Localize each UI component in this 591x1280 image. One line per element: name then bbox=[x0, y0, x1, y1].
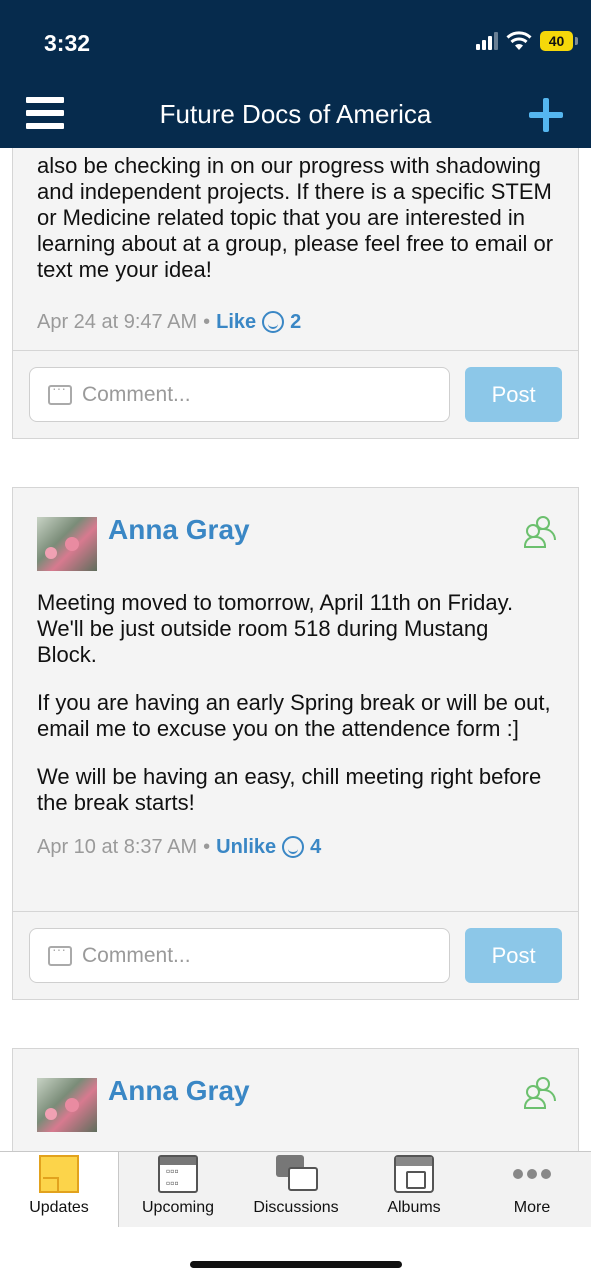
status-time: 3:32 bbox=[44, 30, 91, 56]
unlike-button[interactable]: Unlike bbox=[216, 836, 276, 859]
tab-label: Discussions bbox=[253, 1199, 339, 1216]
comment-input[interactable]: Comment... bbox=[29, 928, 451, 983]
post-card: Anna Gray bbox=[12, 1048, 579, 1151]
more-icon bbox=[512, 1155, 552, 1193]
comment-row: Comment... Post bbox=[13, 911, 578, 999]
page-title: Future Docs of America bbox=[159, 99, 432, 129]
post-timestamp: Apr 10 at 8:37 AM bbox=[37, 835, 198, 858]
avatar[interactable] bbox=[37, 517, 97, 571]
avatar[interactable] bbox=[37, 1078, 97, 1132]
nav-bar: Future Docs of America bbox=[0, 86, 591, 148]
comment-placeholder: Comment... bbox=[82, 382, 191, 406]
cellular-signal-icon bbox=[476, 32, 498, 50]
post-paragraph: Meeting moved to tomorrow, April 11th on… bbox=[37, 590, 514, 667]
tab-label: More bbox=[513, 1199, 551, 1216]
smiley-icon bbox=[282, 836, 305, 858]
tab-albums[interactable]: Albums bbox=[355, 1152, 473, 1227]
post-card: Anna Gray Meeting moved to tomorrow, Apr… bbox=[12, 487, 579, 1000]
tab-bar: Updates Upcoming Discussions Albums More bbox=[0, 1151, 591, 1227]
comment-icon bbox=[48, 941, 72, 966]
like-count[interactable]: 2 bbox=[290, 311, 301, 334]
post-button[interactable]: Post bbox=[465, 367, 562, 422]
tab-label: Upcoming bbox=[141, 1199, 215, 1216]
comment-row: Comment... Post bbox=[13, 350, 578, 438]
battery-icon: 40 bbox=[540, 31, 578, 51]
post-paragraph: We will be having an easy, chill meeting… bbox=[37, 764, 542, 815]
post-card: also be checking in on our progress with… bbox=[12, 148, 579, 439]
home-area bbox=[0, 1227, 591, 1280]
comment-placeholder: Comment... bbox=[82, 943, 191, 967]
wifi-icon bbox=[506, 31, 532, 50]
author-name[interactable]: Anna Gray bbox=[108, 1075, 250, 1107]
group-icon bbox=[524, 1077, 558, 1109]
tab-label: Albums bbox=[387, 1199, 441, 1216]
group-icon bbox=[524, 516, 558, 548]
post-paragraph: If you are having an early Spring break … bbox=[37, 690, 551, 741]
like-button[interactable]: Like bbox=[216, 311, 256, 334]
tab-discussions[interactable]: Discussions bbox=[237, 1152, 355, 1227]
like-count[interactable]: 4 bbox=[310, 836, 321, 859]
post-header: Anna Gray bbox=[13, 1049, 578, 1135]
comment-icon bbox=[48, 380, 72, 405]
tab-updates[interactable]: Updates bbox=[0, 1152, 119, 1227]
updates-icon bbox=[39, 1155, 79, 1193]
add-icon[interactable] bbox=[529, 98, 563, 132]
status-bar: 3:32 40 bbox=[0, 0, 591, 86]
post-text: Meeting moved to tomorrow, April 11th on… bbox=[37, 590, 554, 816]
post-meta: Apr 10 at 8:37 AM • Unlike 4 bbox=[37, 835, 322, 859]
updates-feed[interactable]: also be checking in on our progress with… bbox=[0, 148, 591, 1151]
tab-label: Updates bbox=[29, 1199, 89, 1216]
calendar-icon bbox=[158, 1155, 198, 1193]
home-indicator[interactable] bbox=[190, 1261, 402, 1268]
smiley-icon bbox=[262, 311, 285, 333]
discussions-icon bbox=[276, 1155, 318, 1193]
post-text: also be checking in on our progress with… bbox=[37, 153, 554, 282]
albums-icon bbox=[394, 1155, 434, 1193]
tab-more[interactable]: More bbox=[473, 1152, 591, 1227]
author-name[interactable]: Anna Gray bbox=[108, 514, 250, 546]
post-header: Anna Gray bbox=[13, 488, 578, 574]
post-meta: Apr 24 at 9:47 AM • Like 2 bbox=[37, 310, 302, 334]
status-icons: 40 bbox=[476, 31, 578, 51]
tab-upcoming[interactable]: Upcoming bbox=[119, 1152, 237, 1227]
post-timestamp: Apr 24 at 9:47 AM bbox=[37, 310, 198, 333]
post-button[interactable]: Post bbox=[465, 928, 562, 983]
comment-input[interactable]: Comment... bbox=[29, 367, 451, 422]
